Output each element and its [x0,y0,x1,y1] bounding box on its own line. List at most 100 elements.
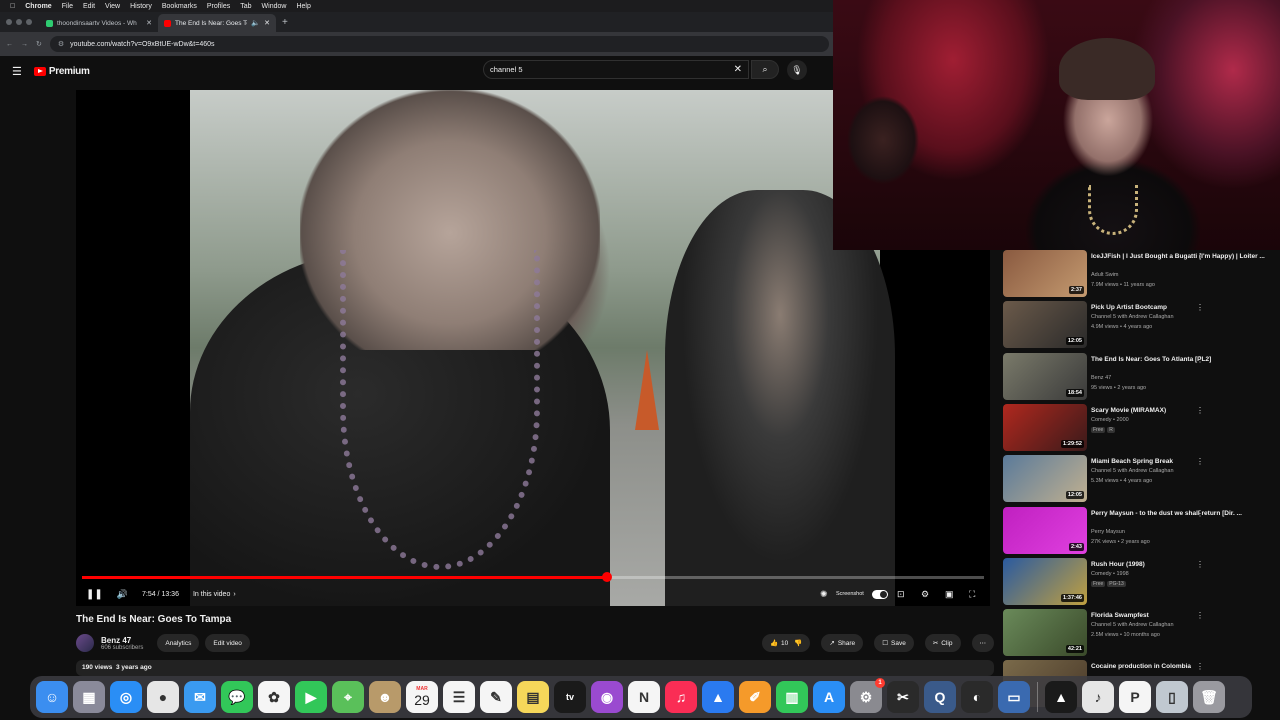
app-store-icon[interactable]: A [813,681,845,713]
pages-icon[interactable]: ✐ [739,681,771,713]
recommendation-item[interactable]: 1:37:46 Rush Hour (1998) Comedy • 1998 Free… [1003,557,1280,606]
zoom-window-button[interactable] [26,19,32,25]
pause-icon[interactable]: ❚❚ [86,589,103,600]
video-description-box[interactable]: 190 views 3 years ago [76,660,994,676]
menu-edit[interactable]: Edit [83,3,95,10]
clear-search-icon[interactable]: ✕ [734,64,742,75]
more-options-icon[interactable]: ⋮ [1196,406,1204,415]
recommendation-channel[interactable]: Channel 5 with Andrew Callaghan [1091,314,1174,320]
recommendation-channel[interactable]: Comedy • 1998 [1091,571,1129,577]
recommendation-thumbnail[interactable]: 42:21 [1003,609,1087,657]
clip-button[interactable]: ✂ Clip [924,634,961,652]
recommendation-title[interactable]: The End Is Near: Goes To Atlanta [PL2] [1091,355,1273,364]
subtitles-icon[interactable]: ⊡ [897,584,905,604]
screen-sharing-icon[interactable]: ▭ [998,681,1030,713]
channel-name[interactable]: Benz 47 [101,636,143,645]
fullscreen-icon[interactable]: ⛶ [969,584,975,604]
recommendation-channel[interactable]: Channel 5 with Andrew Callaghan [1091,622,1174,628]
more-options-icon[interactable]: ⋮ [1196,303,1204,312]
recommendation-item[interactable]: 18:54 The End Is Near: Goes To Atlanta [P… [1003,352,1280,401]
minimize-window-button[interactable] [16,19,22,25]
share-button[interactable]: ↗ Share [821,634,864,652]
menu-history[interactable]: History [130,3,152,10]
dislike-icon[interactable]: 👎 [794,639,802,647]
recommendation-channel[interactable]: Channel 5 with Andrew Callaghan [1091,468,1174,474]
recommendation-item[interactable]: 2:43 Perry Maysun - to the dust we shall … [1003,506,1280,555]
recommendation-item[interactable]: 12:05 Miami Beach Spring Break Channel 5 w… [1003,455,1280,503]
recommendation-channel[interactable]: Benz 47 [1091,375,1111,381]
more-options-icon[interactable]: ⋮ [1196,457,1204,466]
recommendation-title[interactable]: Scary Movie (MIRAMAX) [1091,406,1273,415]
recommendation-title[interactable]: Rush Hour (1998) [1091,560,1273,569]
obs-icon[interactable]: ◐ [961,681,993,713]
recommendation-title[interactable]: IceJJFish | I Just Bought a Bugatti (I'm… [1091,252,1273,261]
notes-icon[interactable]: ▤ [517,681,549,713]
finder-window-icon[interactable]: ▲ [1045,681,1077,713]
mute-tab-icon[interactable]: 🔈 [251,19,260,27]
recommendation-channel[interactable]: Perry Maysun [1091,529,1125,535]
menu-view[interactable]: View [105,3,120,10]
address-bar[interactable]: ⚙ youtube.com/watch?v=O9xBtUE-wDw&t=460s [49,36,829,52]
apple-tv-icon[interactable]: tv [554,681,586,713]
music-icon[interactable]: ♫ [665,681,697,713]
chrome-icon[interactable]: ● [147,681,179,713]
menu-chrome[interactable]: Chrome [25,3,51,10]
more-options-icon[interactable]: ⋮ [1196,252,1204,261]
photos-icon[interactable]: ✿ [258,681,290,713]
edit-video-button[interactable]: Edit video [205,634,250,652]
recommendation-thumbnail[interactable]: 2:37 [1003,250,1087,297]
menu-profiles[interactable]: Profiles [207,3,230,10]
recommendation-title[interactable]: Florida Swampfest [1091,611,1273,620]
freeform-icon[interactable]: ✎ [480,681,512,713]
close-tab-icon[interactable]: ✕ [146,19,152,27]
recommendation-title[interactable]: Miami Beach Spring Break [1091,457,1273,466]
menu-file[interactable]: File [62,3,73,10]
podcasts-icon[interactable]: ◉ [591,681,623,713]
reminders-icon[interactable]: ☰ [443,681,475,713]
finder-icon[interactable]: ☺ [36,681,68,713]
channel-avatar[interactable] [76,634,94,652]
recommendation-item[interactable]: 42:21 Florida Swampfest Channel 5 with And… [1003,609,1280,657]
back-icon[interactable]: ← [6,41,13,48]
volume-icon[interactable]: 🔊 [117,589,128,600]
recommendation-title[interactable]: Pick Up Artist Bootcamp [1091,303,1273,312]
recommendation-channel[interactable]: Comedy • 2000 [1091,417,1129,423]
contacts-icon[interactable]: ☻ [369,681,401,713]
keynote-icon[interactable]: ▲ [702,681,734,713]
in-this-video-button[interactable]: In this video › [193,591,236,598]
recommendation-thumbnail[interactable]: 1:29:52 [1003,403,1087,451]
voice-search-button[interactable]: 🎙 [787,60,807,80]
safari-icon[interactable]: ◎ [110,681,142,713]
new-tab-button[interactable]: + [276,17,294,28]
more-options-icon[interactable]: ⋮ [1196,662,1204,671]
progress-scrubber[interactable] [601,572,612,582]
launchpad-icon[interactable]: ▦ [73,681,105,713]
progress-bar[interactable] [82,572,984,582]
youtube-logo[interactable]: Premium [33,66,90,77]
audio-file-icon[interactable]: ♪ [1082,681,1114,713]
numbers-icon[interactable]: ▥ [776,681,808,713]
like-icon[interactable]: 👍 [770,639,778,647]
menu-help[interactable]: Help [296,3,310,10]
search-button[interactable]: ⌕ [751,60,779,79]
more-options-icon[interactable]: ⋮ [1196,560,1204,569]
browser-tab[interactable]: thoondinsaartv Videos - Wh ✕ [40,14,158,32]
site-info-icon[interactable]: ⚙ [58,40,64,48]
recommendation-thumbnail[interactable]: 1:37:46 [1003,557,1087,605]
facetime-icon[interactable]: ▶ [295,681,327,713]
recommendation-title[interactable]: Perry Maysun - to the dust we shall retu… [1091,509,1273,518]
close-window-button[interactable] [6,19,12,25]
like-dislike-button[interactable]: 👍 10 👎 [761,634,811,652]
maps-icon[interactable]: ⌖ [332,681,364,713]
more-options-icon[interactable]: ⋮ [1196,611,1204,620]
hamburger-menu-icon[interactable]: ☰ [12,65,22,78]
recommendation-item[interactable]: 12:05 Pick Up Artist Bootcamp Channel 5 wi… [1003,301,1280,349]
document-icon[interactable]: ▯ [1156,681,1188,713]
pdf-file-icon[interactable]: P [1119,681,1151,713]
news-icon[interactable]: N [628,681,660,713]
final-cut-icon[interactable]: ✂ [887,681,919,713]
reload-icon[interactable]: ↻ [36,40,42,48]
calendar-icon[interactable]: MAR 29 [406,681,438,713]
search-input[interactable]: channel 5 ✕ [483,60,749,79]
recommendation-channel[interactable]: Adult Swim [1091,272,1119,278]
